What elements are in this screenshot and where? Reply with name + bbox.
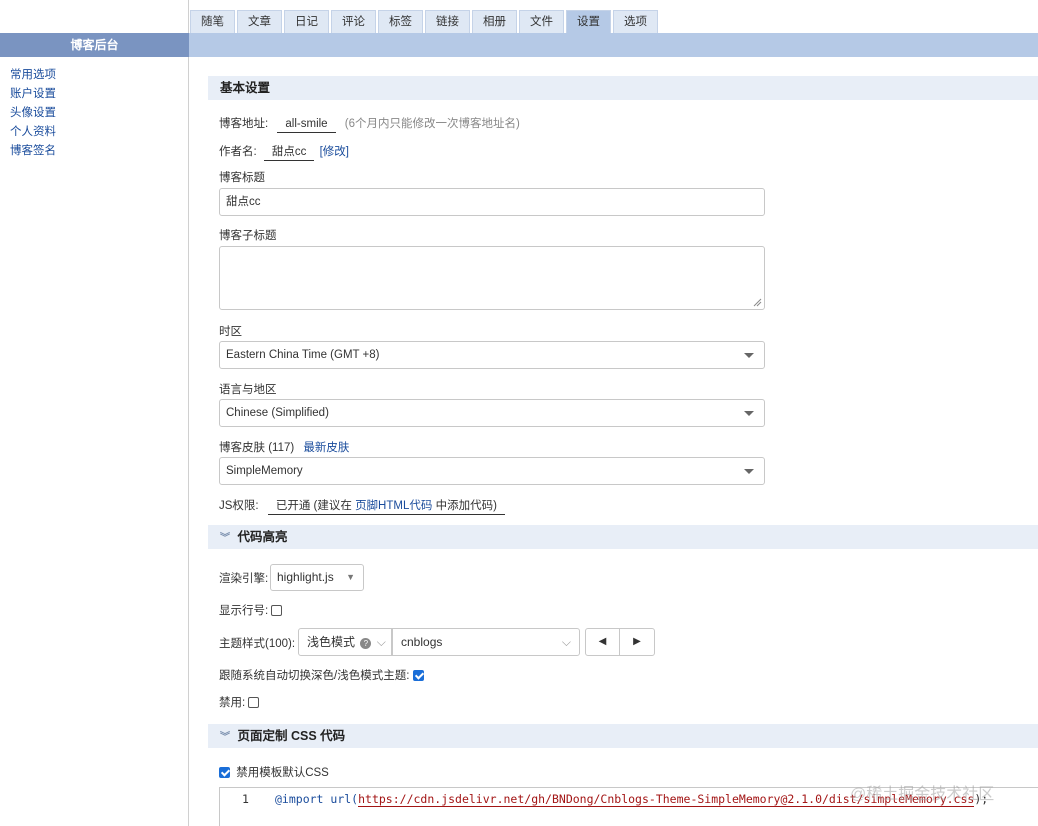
follow-system-checkbox[interactable] (412, 670, 424, 682)
author-row: 作者名: 甜点cc [修改] (219, 143, 349, 161)
js-status-tail: 中添加代码) (432, 500, 497, 512)
triangle-left-icon: ◀ (598, 636, 607, 647)
chevron-down-icon: ▼ (346, 572, 355, 582)
skin-select[interactable]: SimpleMemory (219, 457, 765, 485)
code-func: url( (330, 792, 359, 806)
collapse-chevron-icon: ︾ (220, 732, 230, 743)
disable-default-css-row: 禁用模板默认CSS (219, 764, 329, 780)
section-header-highlight[interactable]: ︾ 代码高亮 (208, 525, 1038, 549)
tab-comments[interactable]: 评论 (331, 10, 376, 33)
theme-next-button[interactable]: ▶ (619, 628, 655, 656)
theme-prev-button[interactable]: ◀ (585, 628, 620, 656)
disable-row: 禁用: (219, 694, 260, 710)
tab-links[interactable]: 链接 (425, 10, 470, 33)
tab-options[interactable]: 选项 (613, 10, 658, 33)
code-keyword: @import (275, 792, 324, 806)
blog-subtitle-label: 博客子标题 (219, 230, 277, 242)
blog-title-input[interactable]: 甜点cc (219, 188, 765, 216)
help-icon[interactable]: ? (360, 638, 372, 649)
follow-system-label: 跟随系统自动切换深色/浅色模式主题: (219, 670, 410, 682)
blog-address-row: 博客地址: all-smile (6个月内只能修改一次博客地址名) (219, 115, 520, 133)
dropdown-arrow-icon (744, 469, 754, 474)
line-number: 1 (242, 792, 249, 806)
line-numbers-label: 显示行号: (219, 605, 269, 617)
blog-address-label: 博客地址: (219, 118, 269, 130)
sidebar-title: 博客后台 (0, 33, 189, 57)
collapse-chevron-icon: ︾ (220, 533, 230, 544)
blog-subtitle-textarea[interactable] (219, 246, 765, 310)
js-permission-status: 已开通 (建议在 页脚HTML代码 中添加代码) (267, 500, 505, 515)
follow-system-row: 跟随系统自动切换深色/浅色模式主题: (219, 667, 424, 683)
tab-albums[interactable]: 相册 (472, 10, 517, 33)
watermark: @稀土掘金技术社区 (850, 786, 995, 803)
render-engine-label: 渲染引擎: (219, 573, 269, 585)
dropdown-arrow-icon (744, 411, 754, 416)
disable-label: 禁用: (219, 697, 246, 709)
js-permission-row: JS权限: 已开通 (建议在 页脚HTML代码 中添加代码) (219, 497, 505, 515)
line-numbers-checkbox[interactable] (271, 605, 283, 617)
tab-bar: 随笔 文章 日记 评论 标签 链接 相册 文件 设置 选项 (190, 10, 660, 33)
disable-default-css-label: 禁用模板默认CSS (236, 767, 329, 779)
tab-tags[interactable]: 标签 (378, 10, 423, 33)
tab-settings[interactable]: 设置 (566, 10, 611, 33)
chevron-down-icon: ⌵ (376, 635, 386, 649)
language-label: 语言与地区 (219, 384, 277, 396)
skin-count: (117) (268, 442, 295, 454)
skin-row: 博客皮肤 (117) 最新皮肤 (219, 439, 349, 455)
sidebar-menu: 常用选项 账户设置 头像设置 个人资料 博客签名 (10, 68, 56, 163)
disable-default-css-checkbox[interactable] (219, 767, 230, 779)
sidebar-item-profile[interactable]: 个人资料 (10, 125, 56, 144)
tab-posts[interactable]: 随笔 (190, 10, 235, 33)
js-permission-label: JS权限: (219, 500, 259, 512)
tab-files[interactable]: 文件 (519, 10, 564, 33)
disable-checkbox[interactable] (248, 697, 260, 709)
theme-label: 主题样式(100): (219, 638, 296, 650)
tab-diary[interactable]: 日记 (284, 10, 329, 33)
sidebar: 博客后台 常用选项 账户设置 头像设置 个人资料 博客签名 (0, 0, 189, 826)
section-title-css: 页面定制 CSS 代码 (237, 729, 346, 743)
section-header-css[interactable]: ︾ 页面定制 CSS 代码 (208, 724, 1038, 748)
author-modify-link[interactable]: [修改] (320, 146, 349, 158)
top-bar (189, 33, 1038, 57)
language-value: Chinese (Simplified) (226, 407, 329, 419)
timezone-label: 时区 (219, 326, 242, 338)
theme-style-value: cnblogs (401, 635, 443, 649)
js-status-text: 已开通 (建议在 (275, 500, 356, 512)
author-value: 甜点cc (263, 146, 315, 161)
render-engine-value: highlight.js (277, 570, 334, 584)
tab-articles[interactable]: 文章 (237, 10, 282, 33)
theme-mode-select[interactable]: 浅色模式 ? ⌵ (298, 628, 392, 656)
theme-mode-value: 浅色模式 (307, 635, 356, 649)
blog-address-note: (6个月内只能修改一次博客地址名) (344, 118, 520, 130)
sidebar-item-signature[interactable]: 博客签名 (10, 144, 56, 163)
chevron-down-icon: ⌵ (561, 635, 571, 649)
language-select[interactable]: Chinese (Simplified) (219, 399, 765, 427)
section-header-basic: 基本设置 (208, 76, 1038, 100)
resize-handle-icon[interactable] (753, 298, 762, 307)
triangle-right-icon: ▶ (633, 636, 641, 647)
skin-value: SimpleMemory (226, 465, 303, 477)
sidebar-item-avatar[interactable]: 头像设置 (10, 106, 56, 125)
sidebar-item-common[interactable]: 常用选项 (10, 68, 56, 87)
timezone-value: Eastern China Time (GMT +8) (226, 349, 380, 361)
dropdown-arrow-icon (744, 353, 754, 358)
section-title-highlight: 代码高亮 (237, 530, 288, 544)
skin-label: 博客皮肤 (219, 442, 265, 454)
timezone-select[interactable]: Eastern China Time (GMT +8) (219, 341, 765, 369)
sidebar-item-account[interactable]: 账户设置 (10, 87, 56, 106)
blog-title-label: 博客标题 (219, 172, 265, 184)
theme-style-select[interactable]: cnblogs ⌵ (392, 628, 580, 656)
latest-skins-link[interactable]: 最新皮肤 (303, 442, 349, 454)
footer-html-link[interactable]: 页脚HTML代码 (355, 500, 432, 512)
section-title-basic: 基本设置 (220, 81, 271, 95)
line-numbers-row: 显示行号: (219, 602, 283, 618)
author-label: 作者名: (219, 146, 257, 158)
render-engine-select[interactable]: highlight.js ▼ (270, 564, 364, 591)
blog-address-value: all-smile (277, 118, 336, 133)
